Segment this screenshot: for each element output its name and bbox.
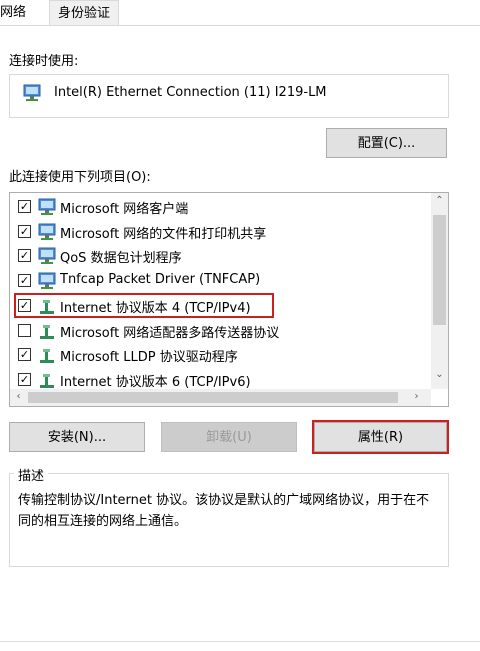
network-service-icon bbox=[38, 223, 56, 240]
item-checkbox[interactable]: ✓ bbox=[18, 274, 31, 288]
item-label: Internet 协议版本 6 (TCP/IPv6) bbox=[60, 374, 251, 390]
connect-using-label: 连接时使用: bbox=[9, 54, 79, 69]
items-label: 此连接使用下列项目(O): bbox=[9, 170, 151, 185]
list-item[interactable]: ✓ Microsoft 网络的文件和打印机共享 bbox=[10, 220, 430, 244]
description-title: 描述 bbox=[14, 465, 49, 484]
tab-bar: 网络 身份验证 bbox=[0, 0, 480, 26]
vertical-scrollbar[interactable]: ⌃ ⌄ bbox=[431, 193, 448, 389]
item-checkbox[interactable]: ✓ bbox=[18, 200, 31, 213]
highlight-box bbox=[14, 292, 274, 318]
network-service-icon bbox=[38, 272, 56, 290]
scroll-left-icon[interactable]: ‹ bbox=[10, 391, 27, 402]
item-checkbox[interactable]: ✓ bbox=[18, 348, 31, 362]
network-service-icon bbox=[38, 247, 56, 265]
item-checkbox[interactable]: ✓ bbox=[18, 249, 31, 263]
item-label: Microsoft LLDP 协议驱动程序 bbox=[60, 350, 238, 366]
network-adapter-icon bbox=[23, 84, 41, 101]
protocol-icon bbox=[40, 324, 54, 339]
tab-authentication[interactable]: 身份验证 bbox=[49, 0, 119, 26]
uninstall-button[interactable]: 卸载(U) bbox=[161, 422, 297, 452]
item-checkbox[interactable]: ✓ bbox=[18, 224, 31, 238]
adapter-field: Intel(R) Ethernet Connection (11) I219-L… bbox=[9, 74, 449, 118]
list-item[interactable]: Microsoft 网络适配器多路传送器协议 bbox=[10, 319, 430, 343]
item-label: Microsoft 网络适配器多路传送器协议 bbox=[60, 325, 280, 341]
protocol-icon bbox=[40, 349, 54, 364]
horizontal-scrollbar[interactable]: ‹ › bbox=[10, 389, 431, 406]
adapter-name: Intel(R) Ethernet Connection (11) I219-L… bbox=[54, 85, 327, 100]
configure-button[interactable]: 配置(C)... bbox=[326, 128, 447, 158]
network-client-icon bbox=[38, 198, 56, 215]
scroll-down-icon[interactable]: ⌄ bbox=[431, 369, 448, 380]
list-item[interactable]: ✓ Microsoft LLDP 协议驱动程序 bbox=[10, 343, 430, 367]
scroll-up-icon[interactable]: ⌃ bbox=[431, 195, 448, 206]
description-text: 传输控制协议/Internet 协议。该协议是默认的广域网络协议，用于在不同的相… bbox=[18, 493, 430, 529]
horizontal-scroll-thumb[interactable] bbox=[28, 392, 398, 403]
list-item[interactable]: ✓ Tnfcap Packet Driver (TNFCAP) bbox=[10, 269, 430, 293]
item-label: Microsoft 网络的文件和打印机共享 bbox=[60, 226, 267, 242]
properties-button[interactable]: 属性(R) bbox=[312, 420, 449, 454]
tab-network[interactable]: 网络 bbox=[0, 0, 48, 25]
protocol-icon bbox=[40, 373, 54, 388]
item-label: Tnfcap Packet Driver (TNFCAP) bbox=[60, 272, 261, 288]
install-button[interactable]: 安装(N)... bbox=[9, 422, 145, 452]
list-item[interactable]: ✓ Internet 协议版本 4 (TCP/IPv4) bbox=[10, 292, 430, 318]
vertical-scroll-thumb[interactable] bbox=[433, 215, 446, 325]
bottom-divider bbox=[0, 641, 480, 642]
item-label: QoS 数据包计划程序 bbox=[60, 251, 182, 267]
items-list[interactable]: ✓ Microsoft 网络客户端 ✓ Microsoft 网络的文件和打印机共享 ✓ Q… bbox=[9, 192, 449, 407]
scroll-right-icon[interactable]: › bbox=[408, 391, 425, 402]
item-checkbox[interactable] bbox=[18, 323, 31, 337]
list-item[interactable]: ✓ QoS 数据包计划程序 bbox=[10, 244, 430, 268]
item-label: Microsoft 网络客户端 bbox=[60, 202, 189, 217]
item-checkbox[interactable]: ✓ bbox=[18, 372, 31, 386]
list-item[interactable]: ✓ Microsoft 网络客户端 bbox=[10, 195, 430, 219]
